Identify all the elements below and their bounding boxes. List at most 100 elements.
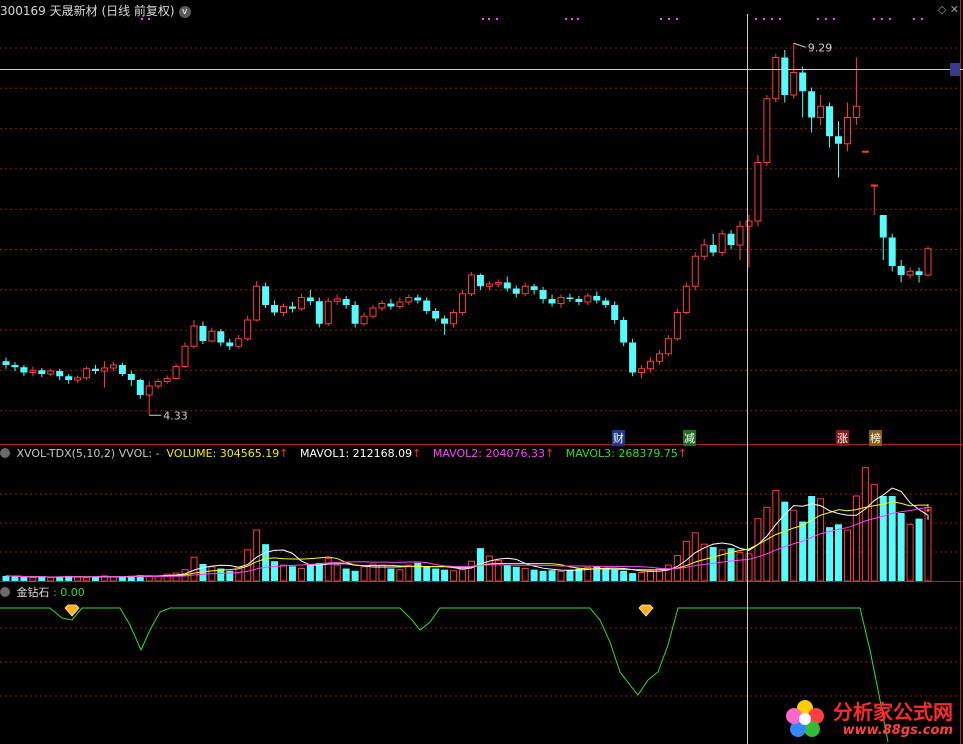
candle-body [360, 315, 368, 325]
volume-bar [288, 566, 296, 581]
volume-bar [405, 564, 413, 582]
diamond-indicator-name[interactable]: 金钻石 [17, 586, 50, 599]
volume-bar [700, 543, 708, 582]
volume-bar [29, 577, 37, 582]
candle-body [566, 297, 574, 299]
volume-bar [351, 570, 359, 581]
candle-body [342, 299, 350, 305]
mavol2-line [5, 506, 929, 578]
stock-title: 300169 天晟新材 (日线 前复权) [0, 4, 175, 18]
candle-body [808, 91, 816, 118]
candle-body [351, 305, 359, 324]
candle-body [154, 381, 162, 387]
volume-bar [512, 566, 520, 581]
candle-body [512, 288, 520, 294]
signal-dot [482, 18, 484, 20]
signal-dot [913, 18, 915, 20]
candle-body [315, 301, 323, 324]
volume-bar [297, 568, 305, 582]
volume-bar [539, 570, 547, 581]
indicator-toggle-icon[interactable] [0, 587, 10, 597]
candle-body [772, 57, 780, 100]
candle-body [441, 318, 449, 324]
volume-bars [2, 467, 932, 582]
candle-body [817, 105, 825, 118]
volume-bar [826, 527, 834, 581]
candle-body [271, 305, 279, 313]
indicator-toggle-icon[interactable] [0, 448, 10, 458]
candle-body [557, 297, 565, 304]
flower-logo-icon [786, 700, 824, 737]
candle-body [74, 377, 82, 381]
candle-body [709, 245, 717, 253]
chevron-down-icon[interactable]: v [178, 6, 191, 18]
candle-body [100, 367, 108, 372]
candle-body [584, 295, 592, 303]
event-tag-finance[interactable]: 财 [612, 430, 625, 446]
volume-bar [691, 532, 699, 582]
volume-bar [834, 524, 842, 581]
volume-bar [745, 553, 753, 582]
candle-body [414, 297, 422, 301]
candle-body [2, 361, 10, 365]
window-controls[interactable]: ◇ ✕ [938, 3, 959, 16]
candle-body [826, 106, 834, 137]
event-tag-limit-up[interactable]: 涨 [836, 430, 849, 446]
candle-body [253, 285, 261, 321]
signal-dot [577, 18, 579, 20]
candle-body [503, 282, 511, 289]
candle-body [181, 345, 189, 367]
candle-body [638, 368, 646, 373]
candle-body [629, 342, 637, 373]
signal-dot [833, 18, 835, 20]
candle-body [288, 306, 296, 309]
diamond-indicator-value: : 0.00 [53, 586, 85, 599]
signal-dot [881, 18, 883, 20]
chart-title: 300169 天晟新材 (日线 前复权) v [0, 2, 191, 19]
candle-body [235, 338, 243, 347]
candle-body [790, 72, 798, 96]
signal-dot [660, 18, 662, 20]
candlestick-series [2, 43, 932, 416]
candle-body [145, 385, 153, 396]
volume-bar [843, 529, 851, 582]
volume-bar [530, 569, 538, 581]
candle-body [217, 331, 225, 343]
candle-body [682, 285, 690, 313]
volume-bar [360, 566, 368, 582]
volume-bar [262, 544, 270, 581]
volume-bar [557, 570, 565, 582]
volume-bar [521, 568, 529, 582]
volume-bar [602, 568, 610, 581]
candle-body [244, 319, 252, 340]
volume-bar [754, 518, 762, 582]
candle-body [297, 297, 305, 310]
candle-body [38, 370, 46, 374]
event-tag-reduce[interactable]: 减 [683, 430, 696, 446]
volume-bar [423, 566, 431, 581]
candle-body [262, 286, 270, 305]
volume-bar [83, 577, 91, 582]
volume-bar [485, 555, 493, 582]
volume-indicator-header: XVOL-TDX(5,10,2) VVOL: - VOLUME: 304565.… [0, 447, 695, 460]
low-marker-label: 4.33 [163, 409, 188, 422]
candle-body [799, 72, 807, 92]
volume-bar [781, 501, 789, 581]
candle-body [306, 297, 314, 302]
candle-body [432, 311, 440, 319]
volume-bar [74, 576, 82, 582]
candle-body [718, 233, 726, 253]
volume-bar [906, 523, 914, 582]
candle-body [476, 275, 484, 287]
volume-bar [459, 569, 467, 582]
arrow-up-icon: ↑ [279, 447, 289, 460]
candle-body [405, 297, 413, 303]
volume-bar [467, 560, 475, 582]
volume-indicator-name[interactable]: XVOL-TDX(5,10,2) [17, 447, 116, 460]
candle-body [763, 98, 771, 163]
volume-bar [342, 568, 350, 581]
volume-bar [306, 564, 314, 581]
event-tag-list[interactable]: 榜 [869, 430, 882, 446]
candle-body [450, 312, 458, 325]
signal-dot [825, 18, 827, 20]
